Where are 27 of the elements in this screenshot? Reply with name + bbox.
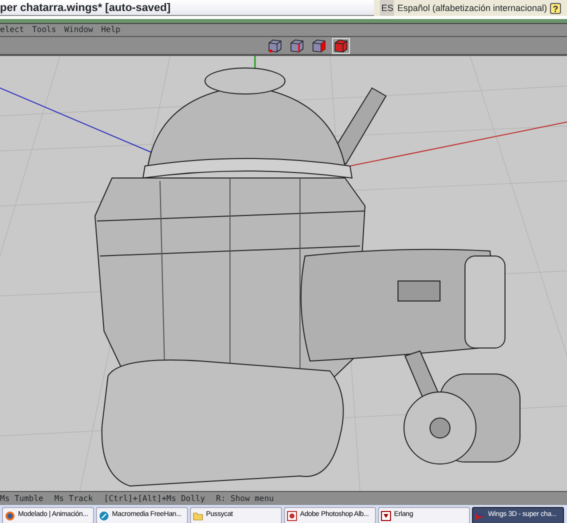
cube-icon (268, 38, 282, 52)
status-hint: Ms Tumble (0, 493, 44, 505)
menu-item[interactable]: Help (101, 24, 120, 36)
help-button[interactable]: ? (550, 2, 561, 14)
language-code: ES (380, 0, 394, 16)
status-hint: Ms Track (54, 493, 93, 505)
cube-icon (290, 38, 304, 52)
cube-icon (334, 38, 348, 52)
selection-mode-button[interactable] (310, 38, 328, 54)
menu-item[interactable]: Window (64, 24, 94, 36)
erlang-icon (381, 510, 391, 520)
browser-icon (5, 510, 15, 520)
menu-item[interactable]: Tools (32, 24, 56, 36)
selection-mode-button[interactable] (288, 38, 306, 54)
cube-icon (312, 38, 326, 52)
photo-icon (287, 510, 297, 520)
flash-icon (99, 510, 109, 520)
selection-mode-button[interactable] (266, 38, 284, 54)
menu-item[interactable]: elect (0, 24, 24, 36)
selection-mode-button[interactable] (332, 38, 350, 54)
wings-icon (475, 510, 485, 520)
language-bar[interactable]: ES Español (alfabetización internacional) ? (374, 0, 567, 16)
window-title: per chatarra.wings* [auto-saved] (0, 1, 171, 15)
folder-icon (193, 510, 203, 520)
status-hint: R: Show menu (216, 493, 274, 505)
language-name: Español (alfabetización internacional) (397, 2, 547, 15)
status-hint: [Ctrl]+[Alt]+Ms Dolly (104, 493, 206, 505)
